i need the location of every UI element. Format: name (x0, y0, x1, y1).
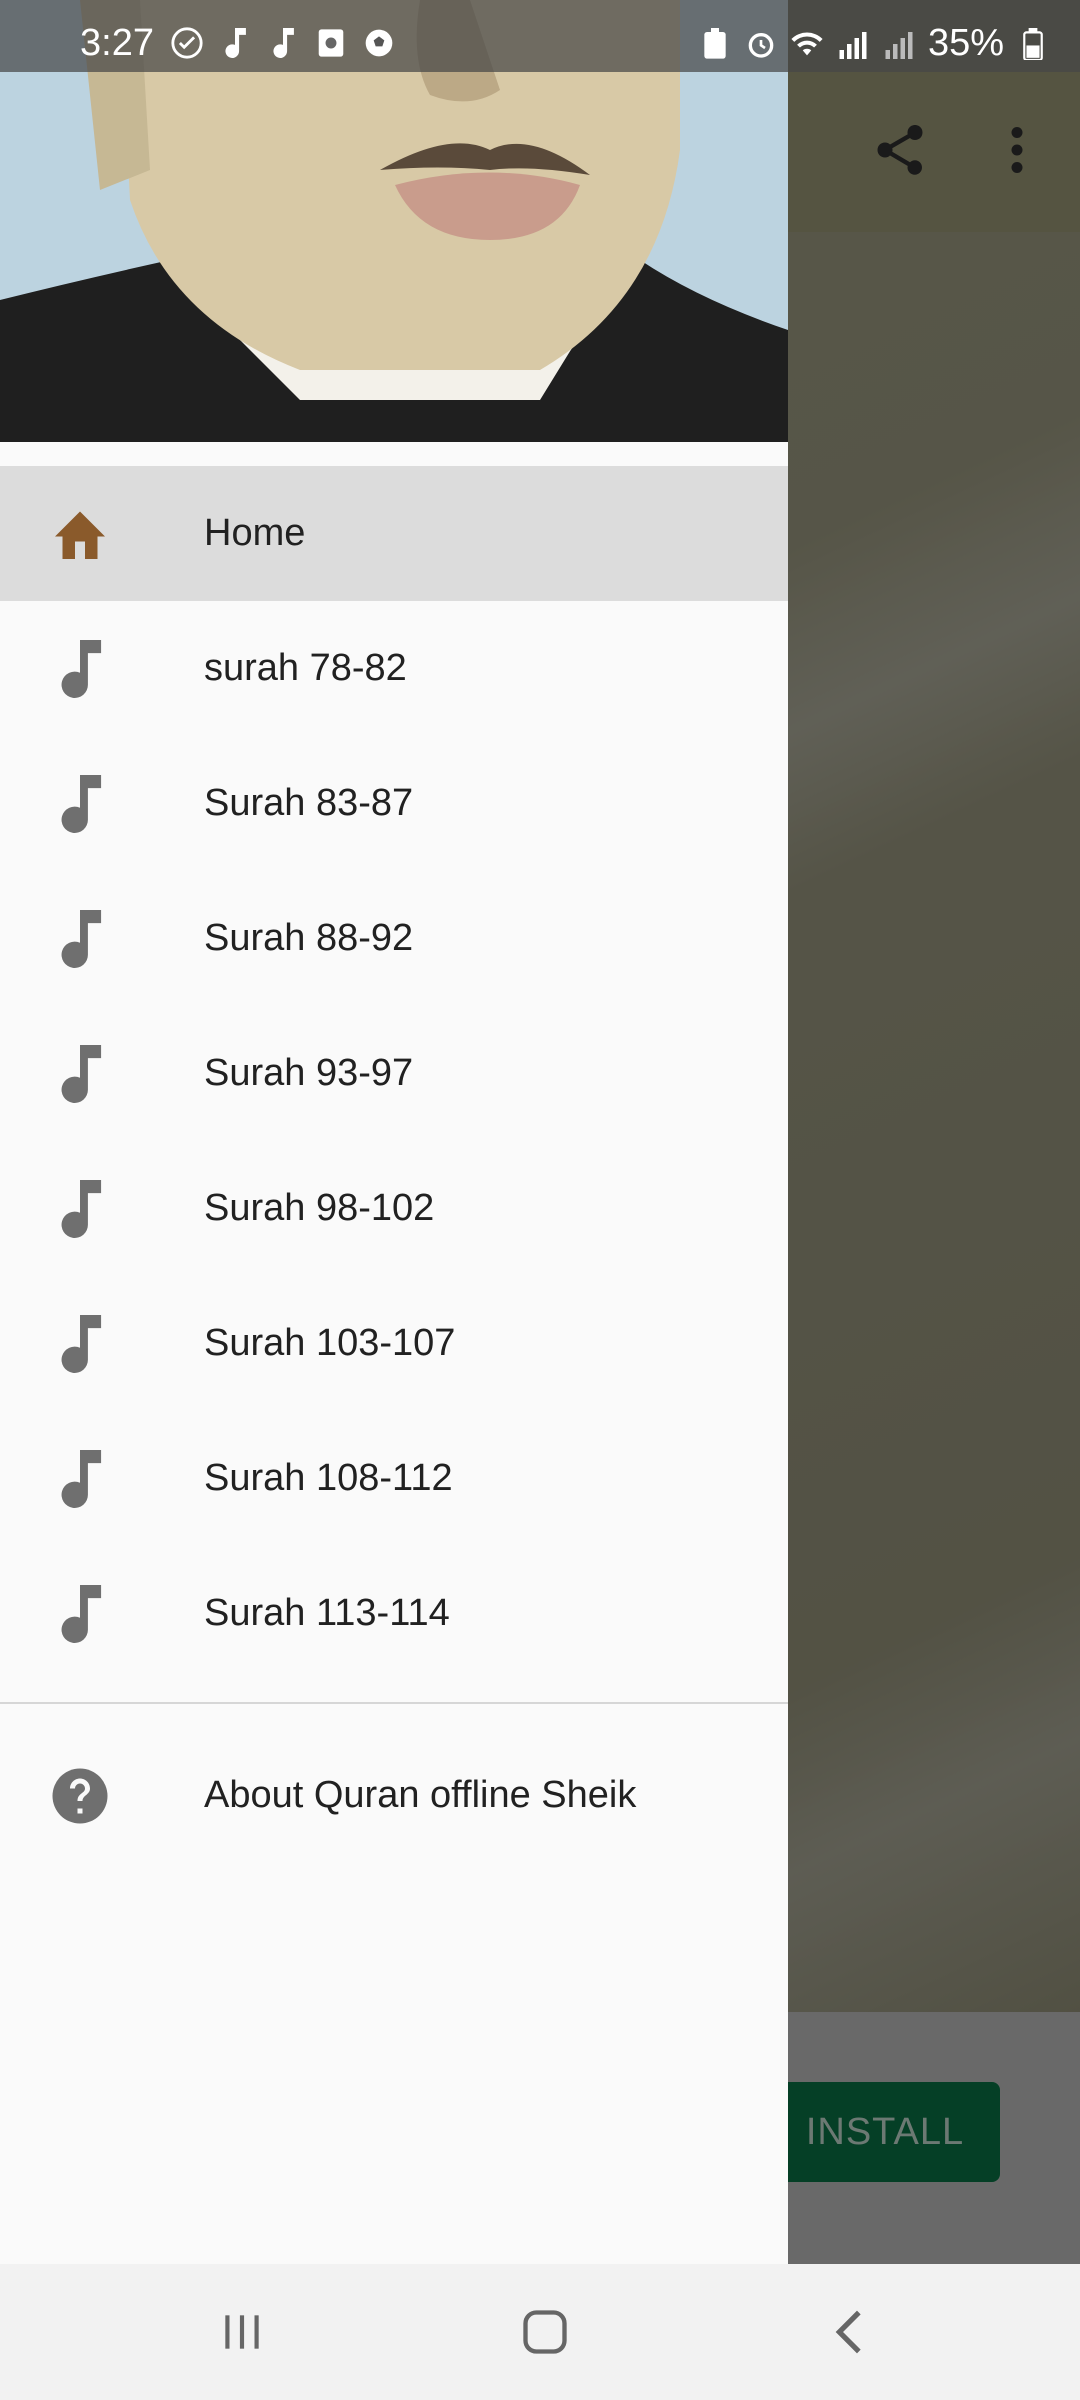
menu-item-home[interactable]: Home (0, 466, 788, 601)
soccer-ball-icon (362, 26, 396, 60)
alarm-icon (744, 27, 778, 61)
menu-item-label: Surah 93-97 (204, 1052, 414, 1094)
check-circle-icon (170, 26, 204, 60)
menu-item-label: Surah 103-107 (204, 1322, 456, 1364)
navigation-drawer: Home surah 78-82 Surah 83-87 Surah 88-92 (0, 0, 788, 2264)
back-nav-icon[interactable] (808, 2292, 888, 2372)
menu-item-about[interactable]: About Quran offline Sheik (0, 1728, 788, 1863)
home-nav-icon[interactable] (505, 2292, 585, 2372)
about-label: About Quran offline Sheik (204, 1774, 637, 1816)
battery-saver-icon (698, 27, 732, 61)
system-nav-bar (0, 2264, 1080, 2400)
status-time: 3:27 (80, 22, 154, 64)
battery-icon (1016, 27, 1050, 61)
music-note-icon (48, 1582, 112, 1646)
menu-item-surah-108-112[interactable]: Surah 108-112 (0, 1411, 788, 1546)
status-bar: 3:27 35% (0, 0, 1080, 72)
music-note-icon (48, 772, 112, 836)
music-note-icon (48, 1042, 112, 1106)
menu-item-label: Surah 98-102 (204, 1187, 435, 1229)
menu-item-label: Surah 113-114 (204, 1592, 450, 1634)
menu-item-surah-83-87[interactable]: Surah 83-87 (0, 736, 788, 871)
music-note-icon (48, 1312, 112, 1376)
menu-item-surah-98-102[interactable]: Surah 98-102 (0, 1141, 788, 1276)
signal-icon (836, 27, 870, 61)
signal-icon (882, 27, 916, 61)
notification-icons (170, 26, 396, 60)
menu-divider (0, 1702, 788, 1704)
menu-item-surah-88-92[interactable]: Surah 88-92 (0, 871, 788, 1006)
menu-item-label: surah 78-82 (204, 647, 407, 689)
music-note-icon (266, 26, 300, 60)
menu-item-surah-93-97[interactable]: Surah 93-97 (0, 1006, 788, 1141)
music-note-icon (48, 1177, 112, 1241)
menu-item-surah-78-82[interactable]: surah 78-82 (0, 601, 788, 736)
wifi-icon (790, 27, 824, 61)
menu-item-label: Surah 83-87 (204, 782, 414, 824)
music-note-icon (48, 637, 112, 701)
music-note-icon (218, 26, 252, 60)
music-note-icon (48, 907, 112, 971)
home-icon (48, 502, 112, 566)
drawer-menu: Home surah 78-82 Surah 83-87 Surah 88-92 (0, 466, 788, 1681)
sim-card-icon (314, 26, 348, 60)
menu-item-label: Home (204, 512, 306, 554)
menu-item-surah-113-114[interactable]: Surah 113-114 (0, 1546, 788, 1681)
recent-apps-icon[interactable] (202, 2292, 282, 2372)
help-icon (48, 1764, 112, 1828)
menu-item-label: Surah 108-112 (204, 1457, 453, 1499)
music-note-icon (48, 1447, 112, 1511)
battery-percent: 35% (927, 22, 1004, 64)
menu-item-surah-103-107[interactable]: Surah 103-107 (0, 1276, 788, 1411)
system-indicators: 35% (698, 22, 1050, 65)
menu-item-label: Surah 88-92 (204, 917, 414, 959)
